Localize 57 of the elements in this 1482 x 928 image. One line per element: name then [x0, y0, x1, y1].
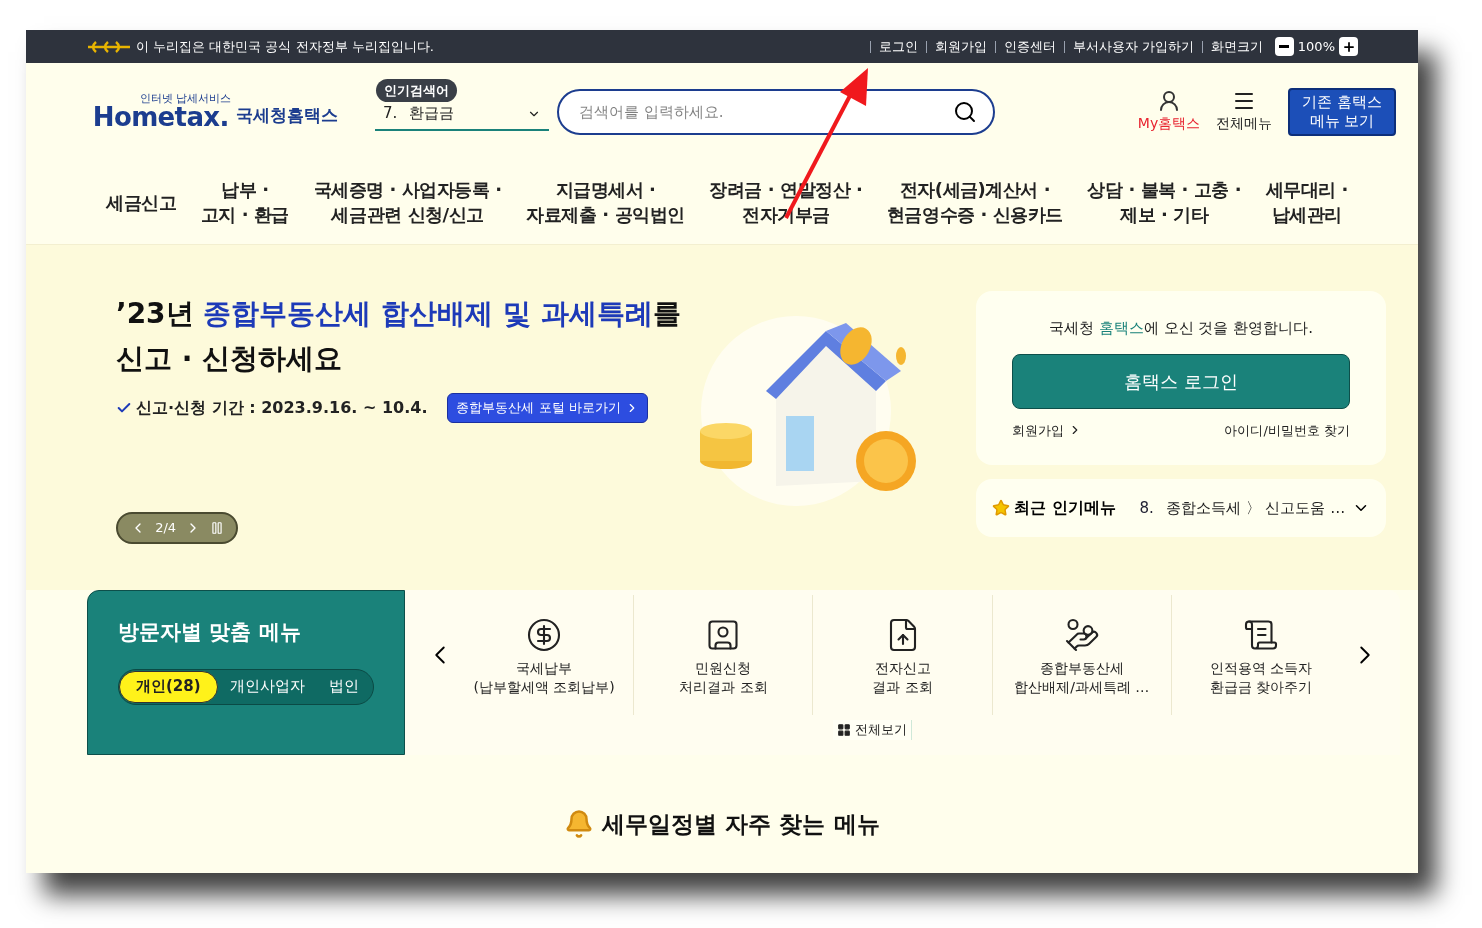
- logo-wordmark[interactable]: Hometax.: [92, 104, 229, 130]
- logo-tagline: 인터넷 납세서비스: [140, 93, 232, 104]
- minus-icon: [1279, 45, 1290, 48]
- grid-icon: [837, 722, 851, 737]
- logo-name: 국세청홈택스: [235, 103, 338, 127]
- quick-menu-item[interactable]: 인적용역 소득자 환급금 찾아주기: [1171, 595, 1350, 715]
- top-link[interactable]: 로그인: [878, 36, 918, 57]
- zoom-out-button[interactable]: [1274, 37, 1294, 56]
- popular-menu-bar[interactable]: 최근 인기메뉴 8. 종합소득세 〉 신고도움 …: [976, 479, 1386, 537]
- view-all-button[interactable]: 전체보기: [833, 720, 912, 740]
- top-link[interactable]: 인증센터: [1003, 36, 1056, 57]
- zoom-value: 100%: [1297, 37, 1335, 56]
- visitor-tab[interactable]: 개인(28): [119, 670, 218, 703]
- find-id-link[interactable]: 아이디/비밀번호 찾기: [1224, 420, 1350, 440]
- quick-menu-item[interactable]: 민원신청 처리결과 조회: [634, 595, 814, 715]
- notice-text: 이 누리집은 대한민국 공식 전자정부 누리집입니다.: [136, 37, 434, 56]
- visitor-menu-title: 방문자별 맞춤 메뉴: [118, 619, 302, 646]
- popular-search-label: 인기검색어: [376, 78, 457, 102]
- nav-item[interactable]: 전자(세금)계산서 · 현금영수증 · 신용카드: [886, 177, 1063, 227]
- top-link[interactable]: 부서사용자 가입하기: [1072, 36, 1194, 57]
- star-icon: [992, 499, 1010, 517]
- search-icon[interactable]: [953, 99, 977, 124]
- quick-menu-item[interactable]: 전자신고 결과 조회: [813, 595, 993, 715]
- visitor-tab[interactable]: 법인: [316, 670, 371, 703]
- pager-count: 2/4: [155, 519, 177, 538]
- welcome-text: 국세청 홈택스에 오신 것을 환영합니다.: [1049, 318, 1313, 339]
- popular-search-dropdown[interactable]: 7. 환급금: [375, 98, 549, 131]
- nav-item[interactable]: 세금신고: [106, 189, 177, 215]
- popular-menu-item: 종합소득세 〉 신고도움 …: [1165, 497, 1346, 519]
- top-link[interactable]: 회원가입: [934, 36, 987, 57]
- nav-item[interactable]: 지급명세서 · 자료제출 · 공익법인: [526, 177, 685, 227]
- section-title: 세무일정별 자주 찾는 메뉴: [602, 809, 880, 839]
- nav-item[interactable]: 국세증명 · 사업자등록 · 세금관련 신청/신고: [313, 177, 502, 227]
- quick-menu-item[interactable]: 국세납부 (납부할세액 조회납부): [455, 595, 635, 715]
- pause-icon[interactable]: [209, 521, 224, 535]
- banner-title: ’23년 종합부동산세 합산배제 및 과세특례를 신고 · 신청하세요: [116, 296, 682, 377]
- nav-item[interactable]: 상담 · 불복 · 고충 · 제보 · 기타: [1087, 177, 1242, 227]
- zoom-in-button[interactable]: [1339, 37, 1358, 56]
- search-field[interactable]: 검색어를 입력하세요.: [557, 88, 995, 135]
- zoom-label: 화면크기: [1210, 37, 1263, 56]
- popular-menu-label: 최근 인기메뉴: [1014, 497, 1116, 519]
- portal-link-button[interactable]: 종합부동산세 포털 바로가기: [447, 393, 648, 423]
- quick-menu-item[interactable]: 종합부동산세 합산배제/과세특례 …: [992, 595, 1172, 715]
- login-button[interactable]: 홈택스 로그인: [1012, 353, 1350, 409]
- flag-icon: [86, 39, 132, 54]
- popular-menu-rank: 8.: [1139, 497, 1154, 519]
- period-text: 신고·신청 기간 : 2023.9.16. ~ 10.4.: [136, 396, 428, 419]
- nav-item[interactable]: 납부 · 고지 · 환급: [200, 177, 289, 227]
- visitor-tab[interactable]: 개인사업자: [217, 670, 317, 703]
- my-menu-button[interactable]: My홈택스: [1137, 89, 1201, 134]
- document-icon: [1242, 617, 1279, 653]
- nav-item[interactable]: 세무대리 · 납세관리: [1265, 177, 1348, 227]
- coin-icon: [526, 617, 563, 653]
- plus-icon: [1341, 39, 1356, 54]
- all-menu-button[interactable]: 전체메뉴: [1216, 89, 1273, 134]
- join-link[interactable]: 회원가입: [1012, 420, 1082, 440]
- legacy-menu-button[interactable]: 기존 홈택스 메뉴 보기: [1288, 87, 1396, 136]
